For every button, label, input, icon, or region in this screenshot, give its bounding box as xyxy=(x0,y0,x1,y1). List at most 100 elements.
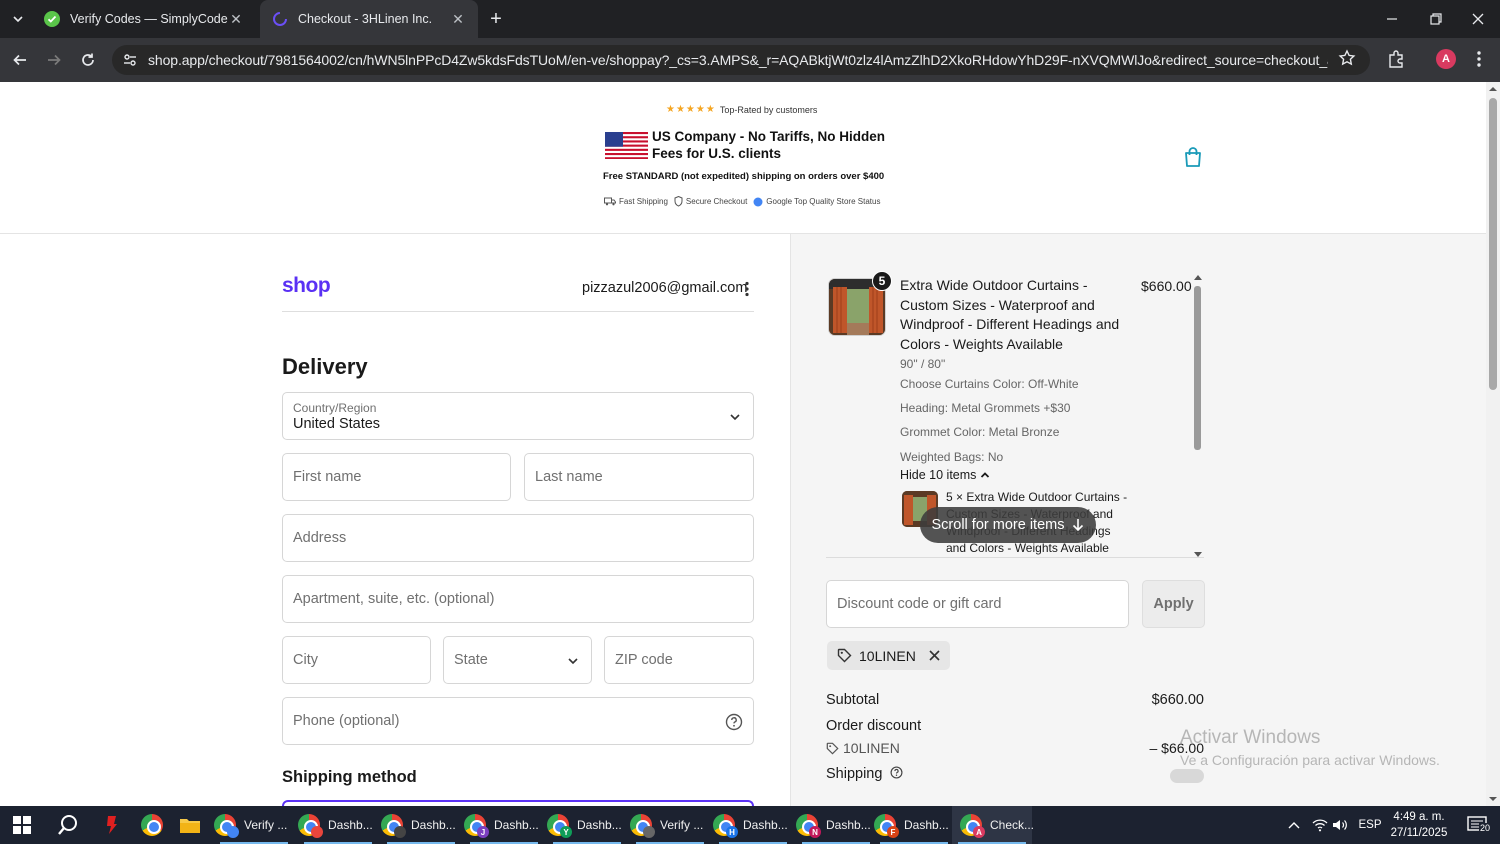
site-settings-icon[interactable] xyxy=(122,52,138,68)
network-status[interactable] xyxy=(1310,806,1330,844)
chevron-down-icon xyxy=(13,16,23,23)
window-title: Dashb... xyxy=(904,818,949,832)
volume-control[interactable] xyxy=(1330,806,1350,844)
taskbar-window[interactable]: Verify ... xyxy=(630,806,710,844)
search-button[interactable] xyxy=(50,806,86,844)
taskbar-file-explorer[interactable] xyxy=(174,806,206,844)
chevron-up-icon xyxy=(981,472,990,478)
scroll-for-more-button[interactable]: Scroll for more items xyxy=(920,507,1096,543)
delivery-heading: Delivery xyxy=(282,354,368,379)
hide-items-toggle[interactable]: Hide 10 items xyxy=(900,468,990,482)
scroll-down-icon xyxy=(1194,552,1202,557)
country-select[interactable]: Country/Region United States xyxy=(282,392,754,440)
city-field[interactable]: City xyxy=(282,636,431,684)
chrome-icon: N xyxy=(796,814,821,838)
arrow-left-icon xyxy=(13,54,26,66)
notification-center[interactable]: 20 xyxy=(1460,806,1494,844)
phone-field[interactable]: Phone (optional) xyxy=(282,697,754,745)
discount-placeholder: Discount code or gift card xyxy=(837,596,1002,612)
zip-field[interactable]: ZIP code xyxy=(604,636,754,684)
page-scrollbar[interactable] xyxy=(1486,82,1500,806)
arrow-right-icon xyxy=(48,54,61,66)
show-hidden-icons[interactable] xyxy=(1284,806,1304,844)
apartment-field[interactable]: Apartment, suite, etc. (optional) xyxy=(282,575,754,623)
window-title: Dashb... xyxy=(743,818,788,832)
scrollbar-thumb[interactable] xyxy=(1489,98,1497,390)
phone-placeholder: Phone (optional) xyxy=(293,713,400,729)
minimize-button[interactable] xyxy=(1370,0,1414,38)
free-shipping-text: Free STANDARD (not expedited) shipping o… xyxy=(603,171,885,182)
taskbar-window[interactable]: J Dashb... xyxy=(464,806,544,844)
order-list-scrollbar[interactable] xyxy=(1193,274,1203,558)
shipping-loading-placeholder xyxy=(1170,769,1204,783)
close-window-button[interactable] xyxy=(1456,0,1500,38)
taskbar-window[interactable]: H Dashb... xyxy=(713,806,793,844)
store-banner: ★★★★★ Top-Rated by customers US Company … xyxy=(0,82,1486,234)
profile-badge: J xyxy=(477,826,489,838)
close-tab-icon[interactable]: ✕ xyxy=(450,11,466,27)
browser-chrome: Verify Codes — SimplyCodes ✕ Checkout - … xyxy=(0,0,1500,82)
close-icon xyxy=(1472,13,1484,25)
bookmark-star-icon[interactable] xyxy=(1338,49,1356,67)
first-name-field[interactable]: First name xyxy=(282,453,511,501)
help-icon[interactable] xyxy=(725,713,743,731)
chevron-down-icon xyxy=(568,658,578,665)
taskbar-pinned-app[interactable] xyxy=(96,806,128,844)
address-bar[interactable]: shop.app/checkout/7981564002/cn/hWN5lnPP… xyxy=(112,45,1370,75)
window-title: Verify ... xyxy=(660,818,704,832)
restore-button[interactable] xyxy=(1414,0,1458,38)
apply-discount-button[interactable]: Apply xyxy=(1142,580,1205,628)
taskbar-window-active[interactable]: A Check... xyxy=(952,806,1035,844)
shopping-bag-icon[interactable] xyxy=(1183,146,1203,168)
account-menu-icon[interactable] xyxy=(742,281,752,297)
close-tab-icon[interactable]: ✕ xyxy=(228,11,244,27)
tab-checkout[interactable]: Checkout - 3HLinen Inc. ✕ xyxy=(260,0,478,38)
reload-button[interactable] xyxy=(74,46,102,74)
profile-avatar[interactable]: A xyxy=(1436,49,1456,69)
arrow-down-icon xyxy=(1073,519,1084,532)
profile-badge: N xyxy=(809,826,821,838)
country-label: Country/Region xyxy=(293,401,377,415)
scrollbar-thumb[interactable] xyxy=(1194,286,1201,450)
taskbar-chrome[interactable] xyxy=(136,806,168,844)
input-language[interactable]: ESP xyxy=(1356,806,1384,844)
tab-simplycodes[interactable]: Verify Codes — SimplyCodes ✕ xyxy=(32,0,256,38)
trust-badge-label: Google Top Quality Store Status xyxy=(766,197,881,206)
chrome-icon: Y xyxy=(547,814,572,838)
chrome-icon: F xyxy=(874,814,899,838)
chevron-up-icon xyxy=(1288,822,1300,829)
checkout-page: ★★★★★ Top-Rated by customers US Company … xyxy=(0,82,1486,806)
address-field[interactable]: Address xyxy=(282,514,754,562)
profile-badge xyxy=(227,826,239,838)
taskbar-window[interactable]: F Dashb... xyxy=(874,806,954,844)
remove-discount-icon[interactable] xyxy=(929,650,940,661)
rating-line: ★★★★★ Top-Rated by customers xyxy=(666,104,817,115)
us-flag-icon xyxy=(605,132,648,159)
extensions-icon[interactable] xyxy=(1386,49,1406,69)
window-title: Check... xyxy=(990,818,1035,832)
last-name-field[interactable]: Last name xyxy=(524,453,754,501)
variant-heading: Heading: Metal Grommets +$30 xyxy=(900,401,1071,415)
variant-grommet: Grommet Color: Metal Bronze xyxy=(900,425,1060,439)
taskbar-window[interactable]: N Dashb... xyxy=(796,806,876,844)
tab-search-button[interactable] xyxy=(6,7,30,31)
system-clock[interactable]: 4:49 a. m. 27/11/2025 xyxy=(1388,809,1450,841)
new-tab-button[interactable]: + xyxy=(484,7,508,31)
browser-menu-icon[interactable] xyxy=(1470,49,1488,69)
minimize-icon xyxy=(1387,18,1397,20)
taskbar-window[interactable]: Verify ... xyxy=(214,806,294,844)
tab-title: Checkout - 3HLinen Inc. xyxy=(298,12,433,26)
chevron-down-icon xyxy=(730,414,740,421)
taskbar-window[interactable]: Dashb... xyxy=(298,806,378,844)
clock-date: 27/11/2025 xyxy=(1390,827,1448,839)
help-icon[interactable] xyxy=(890,766,903,779)
forward-button[interactable] xyxy=(40,46,68,74)
start-button[interactable] xyxy=(4,806,40,844)
applied-discount-chip: 10LINEN xyxy=(827,641,950,670)
discount-code-input[interactable]: Discount code or gift card xyxy=(826,580,1129,628)
back-button[interactable] xyxy=(6,46,34,74)
state-select[interactable]: State xyxy=(443,636,592,684)
taskbar-window[interactable]: Dashb... xyxy=(381,806,461,844)
window-title: Dashb... xyxy=(328,818,373,832)
taskbar-window[interactable]: Y Dashb... xyxy=(547,806,627,844)
